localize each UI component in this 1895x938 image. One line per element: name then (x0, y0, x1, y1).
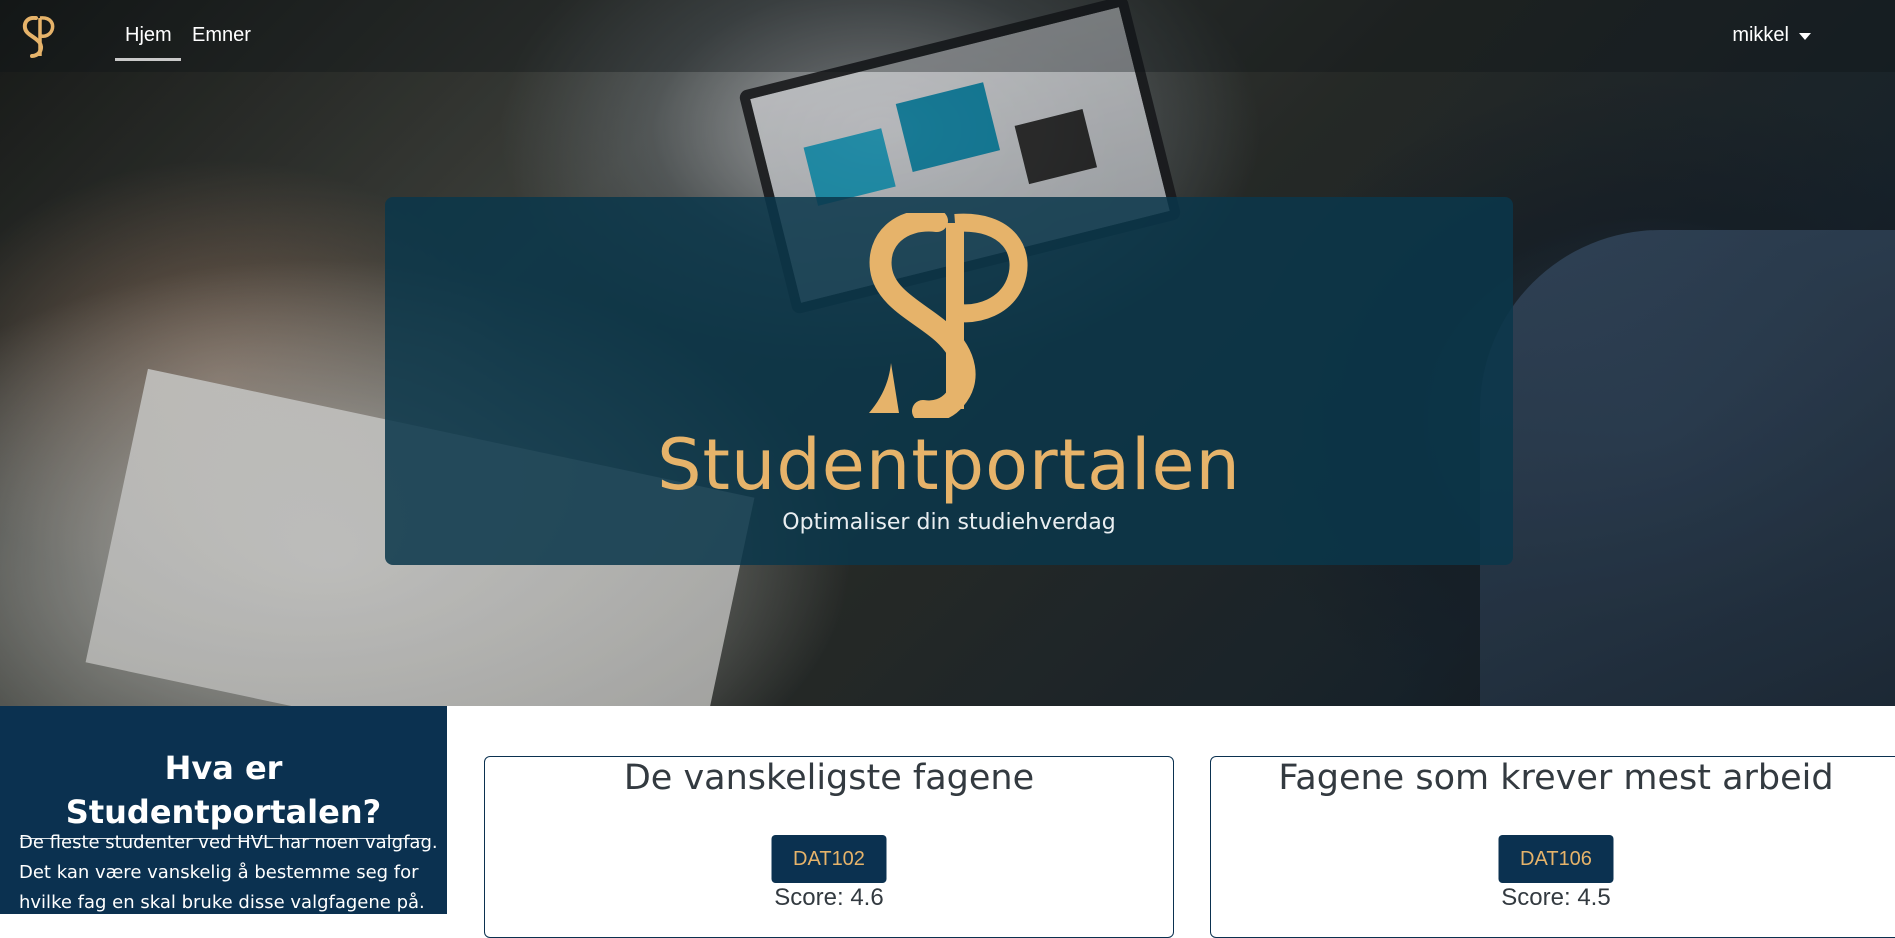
nav-logo-icon[interactable] (20, 16, 56, 58)
hero-brand-card: Studentportalen Optimaliser din studiehv… (385, 197, 1513, 565)
hardest-courses-card: De vanskeligste fagene DAT102 Score: 4.6 (484, 756, 1174, 938)
site-title: Studentportalen (657, 424, 1241, 506)
course-button-dat106[interactable]: DAT106 (1498, 835, 1614, 883)
course-score: Score: 4.5 (1501, 884, 1611, 911)
top-navbar: Hjem Emner mikkel (0, 0, 1895, 72)
hero-background-photo: Studentportalen Optimaliser din studiehv… (0, 0, 1895, 706)
user-menu-dropdown[interactable]: mikkel (1732, 22, 1811, 48)
site-tagline: Optimaliser din studiehverdag (782, 510, 1116, 535)
nav-link-home[interactable]: Hjem (125, 22, 172, 48)
course-score: Score: 4.6 (774, 884, 884, 911)
card-title: De vanskeligste fagene (623, 758, 1035, 798)
course-button-dat102[interactable]: DAT102 (771, 835, 887, 883)
card-title: Fagene som krever mest arbeid (1278, 758, 1834, 798)
about-heading: Hva er Studentportalen? (20, 746, 427, 839)
about-text: De fleste studenter ved HVL har noen val… (19, 832, 438, 913)
sp-monogram-logo (869, 213, 1028, 418)
chevron-down-icon (1799, 32, 1811, 40)
about-panel: Hva er Studentportalen? De fleste studen… (0, 706, 447, 914)
nav-active-indicator (115, 58, 181, 61)
nav-link-topics[interactable]: Emner (192, 22, 251, 48)
most-work-courses-card: Fagene som krever mest arbeid DAT106 Sco… (1210, 756, 1895, 938)
user-name: mikkel (1732, 24, 1789, 46)
